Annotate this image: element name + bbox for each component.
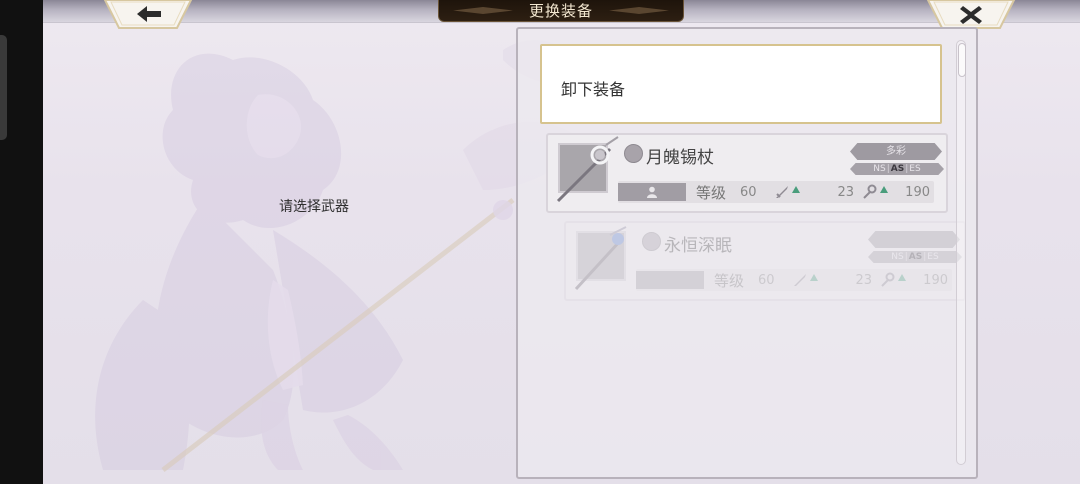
mode-es: ES bbox=[909, 164, 921, 174]
screen-title-tab: 更换装备 bbox=[438, 0, 684, 22]
person-icon bbox=[647, 186, 657, 198]
level-value: 60 bbox=[758, 273, 775, 288]
matk-value: 190 bbox=[905, 185, 930, 200]
sword-icon bbox=[776, 186, 788, 198]
matk-value: 190 bbox=[923, 273, 948, 288]
element-icon bbox=[624, 144, 643, 163]
mode-ns: NS bbox=[873, 164, 886, 174]
weapon-card[interactable]: 永恒深眠 NS|AS|ES 等级 60 23 190 bbox=[564, 221, 966, 301]
equipped-character-slot bbox=[618, 183, 686, 201]
mode-es: ES bbox=[927, 252, 939, 262]
atk-value: 23 bbox=[837, 185, 854, 200]
style-mode-badge: NS|AS|ES bbox=[868, 251, 962, 263]
level-value: 60 bbox=[740, 185, 757, 200]
matk-up-arrow-icon bbox=[898, 274, 906, 281]
unequip-button[interactable]: 卸下装备 bbox=[540, 44, 942, 124]
left-notch bbox=[0, 35, 7, 140]
unequip-label: 卸下装备 bbox=[561, 80, 626, 99]
mode-as: AS bbox=[890, 164, 905, 174]
back-button[interactable] bbox=[103, 0, 193, 30]
element-icon bbox=[642, 232, 661, 251]
title-ornament-right-icon bbox=[609, 7, 669, 14]
atk-up-arrow-icon bbox=[810, 274, 818, 281]
select-weapon-prompt: 请选择武器 bbox=[279, 199, 349, 215]
weapon-card[interactable]: 月魄锡杖 多彩 NS|AS|ES 等级 60 23 190 bbox=[546, 133, 948, 213]
sword-icon bbox=[794, 274, 806, 286]
equipped-character-slot bbox=[636, 271, 704, 289]
weapon-tag-badge bbox=[868, 231, 960, 248]
close-x-icon bbox=[960, 6, 982, 24]
arrow-left-icon bbox=[137, 6, 161, 22]
close-button[interactable] bbox=[926, 0, 1016, 30]
title-ornament-left-icon bbox=[453, 7, 513, 14]
screen-title: 更换装备 bbox=[528, 2, 593, 20]
level-label: 等级 bbox=[714, 272, 745, 290]
atk-value: 23 bbox=[855, 273, 872, 288]
matk-up-arrow-icon bbox=[880, 186, 888, 193]
magic-staff-icon bbox=[881, 272, 895, 287]
staff-icon bbox=[556, 136, 619, 203]
mode-as: AS bbox=[908, 252, 923, 262]
mode-ns: NS bbox=[891, 252, 904, 262]
weapon-stats-bar: 等级 60 23 190 bbox=[618, 181, 934, 203]
level-label: 等级 bbox=[696, 184, 727, 202]
magic-staff-icon bbox=[863, 184, 877, 199]
staff-icon bbox=[574, 226, 627, 291]
atk-up-arrow-icon bbox=[792, 186, 800, 193]
scrollbar-thumb[interactable] bbox=[958, 43, 966, 77]
weapon-name: 月魄锡杖 bbox=[646, 148, 714, 168]
weapon-name: 永恒深眠 bbox=[664, 236, 732, 256]
list-scrollbar[interactable] bbox=[956, 40, 966, 465]
equipment-screen: 更换装备 请选择武器 卸下装备 月魄锡杖 多彩 NS|AS|ES 等级 60 2… bbox=[43, 0, 1080, 484]
weapon-stats-bar: 等级 60 23 190 bbox=[636, 269, 952, 291]
style-mode-badge: NS|AS|ES bbox=[850, 163, 944, 175]
weapon-tag-badge: 多彩 bbox=[850, 143, 942, 160]
